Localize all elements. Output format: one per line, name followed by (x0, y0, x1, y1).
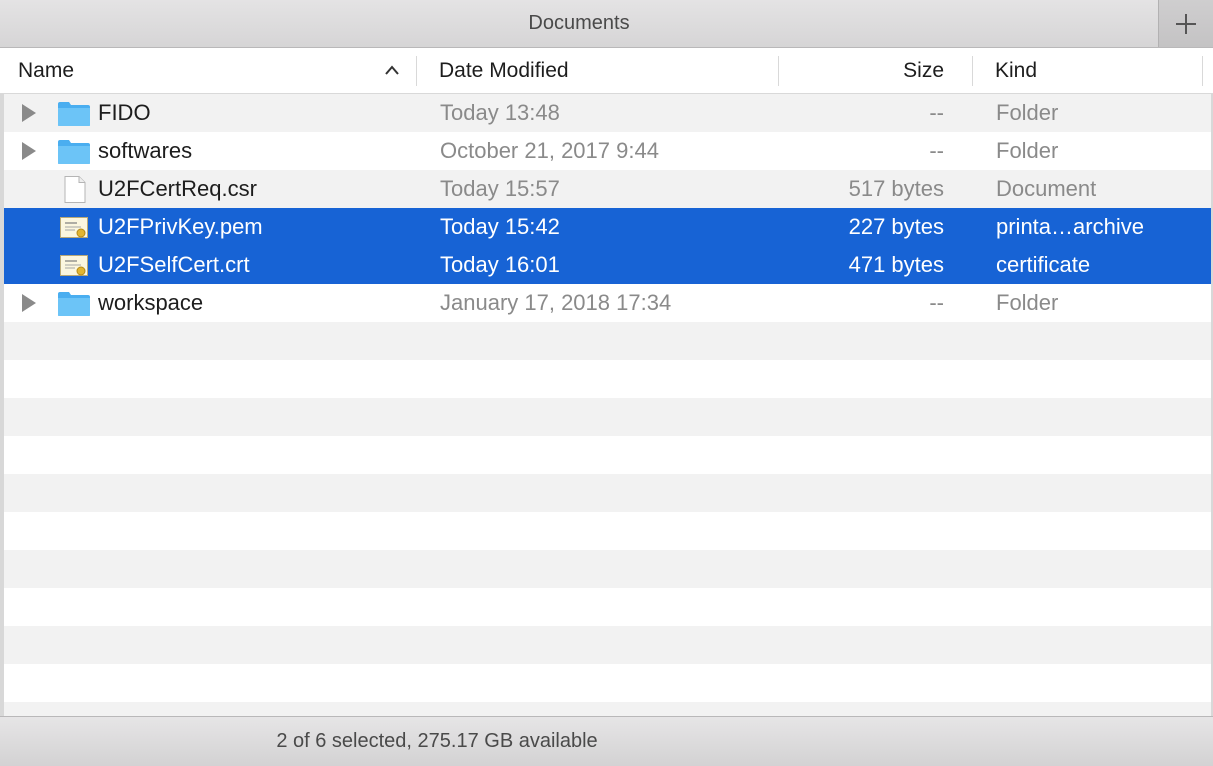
file-name: U2FSelfCert.crt (98, 252, 250, 277)
empty-row (4, 588, 1211, 626)
certificate-icon (57, 214, 91, 241)
file-row[interactable]: softwares October 21, 2017 9:44 -- Folder (4, 132, 1211, 170)
file-date-modified: October 21, 2017 9:44 (440, 138, 659, 163)
column-header: Name Date Modified Size Kind (0, 48, 1213, 94)
finder-window: Documents Name Date Modified Size Kind F… (0, 0, 1213, 766)
file-row[interactable]: U2FCertReq.csr Today 15:57 517 bytes Docume… (4, 170, 1211, 208)
column-header-date[interactable]: Date Modified (417, 48, 778, 93)
empty-row (4, 360, 1211, 398)
column-divider[interactable] (1202, 56, 1203, 86)
file-date-modified: Today 16:01 (440, 252, 560, 277)
window-title: Documents (528, 12, 630, 34)
empty-row (4, 474, 1211, 512)
empty-row (4, 398, 1211, 436)
file-name: softwares (98, 138, 193, 163)
empty-row (4, 436, 1211, 474)
empty-row (4, 550, 1211, 588)
file-size: -- (929, 138, 944, 163)
disclosure-triangle-icon[interactable] (22, 294, 36, 312)
column-name-label: Name (18, 59, 75, 82)
file-kind: Folder (996, 100, 1059, 125)
file-date-modified: Today 13:48 (440, 100, 560, 125)
plus-icon (1176, 13, 1196, 34)
file-date-modified: January 17, 2018 17:34 (440, 290, 672, 315)
file-kind: Document (996, 176, 1097, 201)
new-tab-button[interactable] (1158, 0, 1213, 47)
file-size: 517 bytes (848, 176, 944, 201)
disclosure-triangle-icon[interactable] (22, 142, 36, 160)
column-kind-label: Kind (995, 59, 1038, 82)
file-size: -- (929, 100, 944, 125)
empty-row (4, 322, 1211, 360)
column-header-size[interactable]: Size (779, 48, 972, 93)
certificate-icon (57, 252, 91, 279)
file-name: FIDO (98, 100, 151, 125)
file-name: workspace (98, 290, 204, 315)
empty-row (4, 626, 1211, 664)
column-header-name[interactable]: Name (0, 48, 416, 93)
status-bar: 2 of 6 selected, 275.17 GB available (0, 716, 1213, 766)
file-row[interactable]: U2FPrivKey.pem Today 15:42 227 bytes printa… (4, 208, 1211, 246)
file-date-modified: Today 15:42 (440, 214, 560, 239)
folder-icon (57, 138, 91, 165)
column-size-label: Size (903, 59, 944, 82)
status-text: 2 of 6 selected, 275.17 GB available (276, 730, 598, 752)
file-row[interactable]: FIDO Today 13:48 -- Folder (4, 94, 1211, 132)
file-row[interactable]: workspace January 17, 2018 17:34 -- Folder (4, 284, 1211, 322)
document-icon (57, 176, 91, 203)
file-size: 227 bytes (848, 214, 944, 239)
file-size: 471 bytes (848, 252, 944, 277)
disclosure-triangle-icon[interactable] (22, 104, 36, 122)
empty-row (4, 664, 1211, 702)
file-kind: Folder (996, 138, 1059, 163)
column-date-label: Date Modified (439, 59, 569, 82)
file-size: -- (929, 290, 944, 315)
file-kind: printa…archive (996, 214, 1144, 239)
empty-row (4, 702, 1211, 716)
file-name: U2FPrivKey.pem (98, 214, 263, 239)
file-date-modified: Today 15:57 (440, 176, 560, 201)
empty-row (4, 512, 1211, 550)
folder-icon (57, 290, 91, 317)
file-list: FIDO Today 13:48 -- Folder softwares October … (4, 94, 1211, 716)
folder-icon (57, 100, 91, 127)
sort-ascending-icon (385, 65, 399, 75)
title-bar: Documents (0, 0, 1213, 48)
file-kind: Folder (996, 290, 1059, 315)
column-header-kind[interactable]: Kind (973, 48, 1202, 93)
file-kind: certificate (996, 252, 1091, 277)
file-name: U2FCertReq.csr (98, 176, 257, 201)
file-row[interactable]: U2FSelfCert.crt Today 16:01 471 bytes certi… (4, 246, 1211, 284)
